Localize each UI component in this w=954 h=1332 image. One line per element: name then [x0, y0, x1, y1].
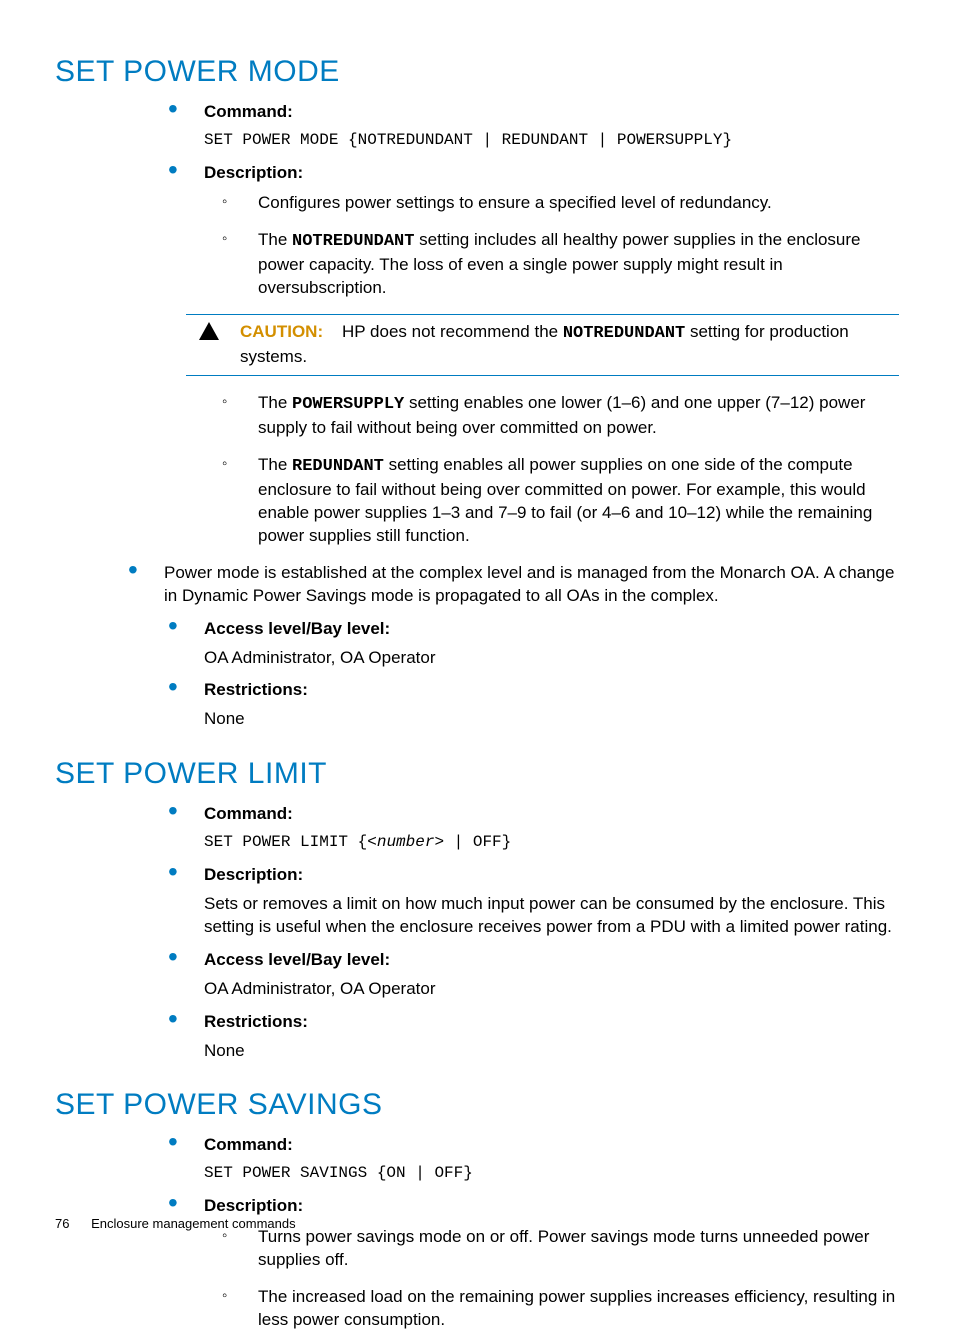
caution-label: CAUTION: [240, 322, 323, 341]
label-access: Access level/Bay level: [204, 619, 390, 638]
code-notredundant: NOTREDUNDANT [563, 324, 685, 343]
label-command: Command: [204, 1135, 293, 1154]
code-redundant: REDUNDANT [292, 457, 384, 476]
label-description: Description: [204, 163, 303, 182]
list-mode-desc-sub-2: The POWERSUPPLY setting enables one lowe… [204, 392, 899, 548]
code-limit-syntax: SET POWER LIMIT {<number> | OFF} [204, 832, 899, 854]
list-mode-complex-note: Power mode is established at the complex… [55, 562, 899, 608]
code-notredundant: NOTREDUNDANT [292, 232, 414, 251]
item-access: Access level/Bay level: OA Administrator… [168, 949, 899, 1001]
label-restrictions: Restrictions: [204, 1012, 308, 1031]
desc-mode-b: The NOTREDUNDANT setting includes all he… [222, 229, 899, 300]
value-description: Sets or removes a limit on how much inpu… [204, 893, 899, 939]
label-access: Access level/Bay level: [204, 950, 390, 969]
label-description: Description: [204, 865, 303, 884]
code-powersupply: POWERSUPPLY [292, 395, 404, 414]
item-complex-note: Power mode is established at the complex… [128, 562, 899, 608]
chapter-title: Enclosure management commands [91, 1216, 296, 1231]
caution-icon [186, 321, 232, 340]
item-command: Command: SET POWER LIMIT {<number> | OFF… [168, 803, 899, 854]
label-command: Command: [204, 804, 293, 823]
page-number: 76 [55, 1216, 69, 1231]
caution-box: CAUTION: HP does not recommend the NOTRE… [186, 314, 899, 376]
list-mode-desc-sub: Configures power settings to ensure a sp… [204, 192, 899, 300]
page-footer: 76 Enclosure management commands [55, 1216, 296, 1231]
caution-text: CAUTION: HP does not recommend the NOTRE… [232, 321, 899, 369]
heading-set-power-mode: SET POWER MODE [55, 55, 899, 89]
text: HP does not recommend the [342, 322, 563, 341]
code-mode-syntax: SET POWER MODE {NOTREDUNDANT | REDUNDANT… [204, 130, 899, 152]
text: The [258, 230, 292, 249]
text: The [258, 393, 292, 412]
list-savings-items: Command: SET POWER SAVINGS {ON | OFF} De… [55, 1134, 899, 1331]
label-command: Command: [204, 102, 293, 121]
item-command: Command: SET POWER SAVINGS {ON | OFF} [168, 1134, 899, 1185]
value-access: OA Administrator, OA Operator [204, 978, 899, 1001]
desc-mode-a: Configures power settings to ensure a sp… [222, 192, 899, 215]
code-placeholder: <number> [367, 833, 444, 851]
heading-set-power-limit: SET POWER LIMIT [55, 757, 899, 791]
label-restrictions: Restrictions: [204, 680, 308, 699]
list-mode-tail: Access level/Bay level: OA Administrator… [55, 618, 899, 732]
desc-mode-d: The REDUNDANT setting enables all power … [222, 454, 899, 548]
value-access: OA Administrator, OA Operator [204, 647, 899, 670]
item-access: Access level/Bay level: OA Administrator… [168, 618, 899, 670]
value-restrictions: None [204, 1040, 899, 1063]
item-restrictions: Restrictions: None [168, 679, 899, 731]
item-command: Command: SET POWER MODE {NOTREDUNDANT | … [168, 101, 899, 152]
code-savings-syntax: SET POWER SAVINGS {ON | OFF} [204, 1163, 899, 1185]
label-description: Description: [204, 1196, 303, 1215]
list-limit-items: Command: SET POWER LIMIT {<number> | OFF… [55, 803, 899, 1062]
heading-set-power-savings: SET POWER SAVINGS [55, 1088, 899, 1122]
item-restrictions: Restrictions: None [168, 1011, 899, 1063]
desc-mode-c: The POWERSUPPLY setting enables one lowe… [222, 392, 899, 440]
code-text: SET POWER LIMIT { [204, 833, 367, 851]
value-restrictions: None [204, 708, 899, 731]
text: The [258, 455, 292, 474]
list-savings-desc-sub: Turns power savings mode on or off. Powe… [204, 1226, 899, 1332]
code-text: | OFF} [444, 833, 511, 851]
list-mode-items: Command: SET POWER MODE {NOTREDUNDANT | … [55, 101, 899, 548]
item-description: Description: Sets or removes a limit on … [168, 864, 899, 939]
document-page: SET POWER MODE Command: SET POWER MODE {… [0, 0, 954, 1271]
desc-savings-b: The increased load on the remaining powe… [222, 1286, 899, 1332]
desc-savings-a: Turns power savings mode on or off. Powe… [222, 1226, 899, 1272]
item-description: Description: Configures power settings t… [168, 162, 899, 548]
